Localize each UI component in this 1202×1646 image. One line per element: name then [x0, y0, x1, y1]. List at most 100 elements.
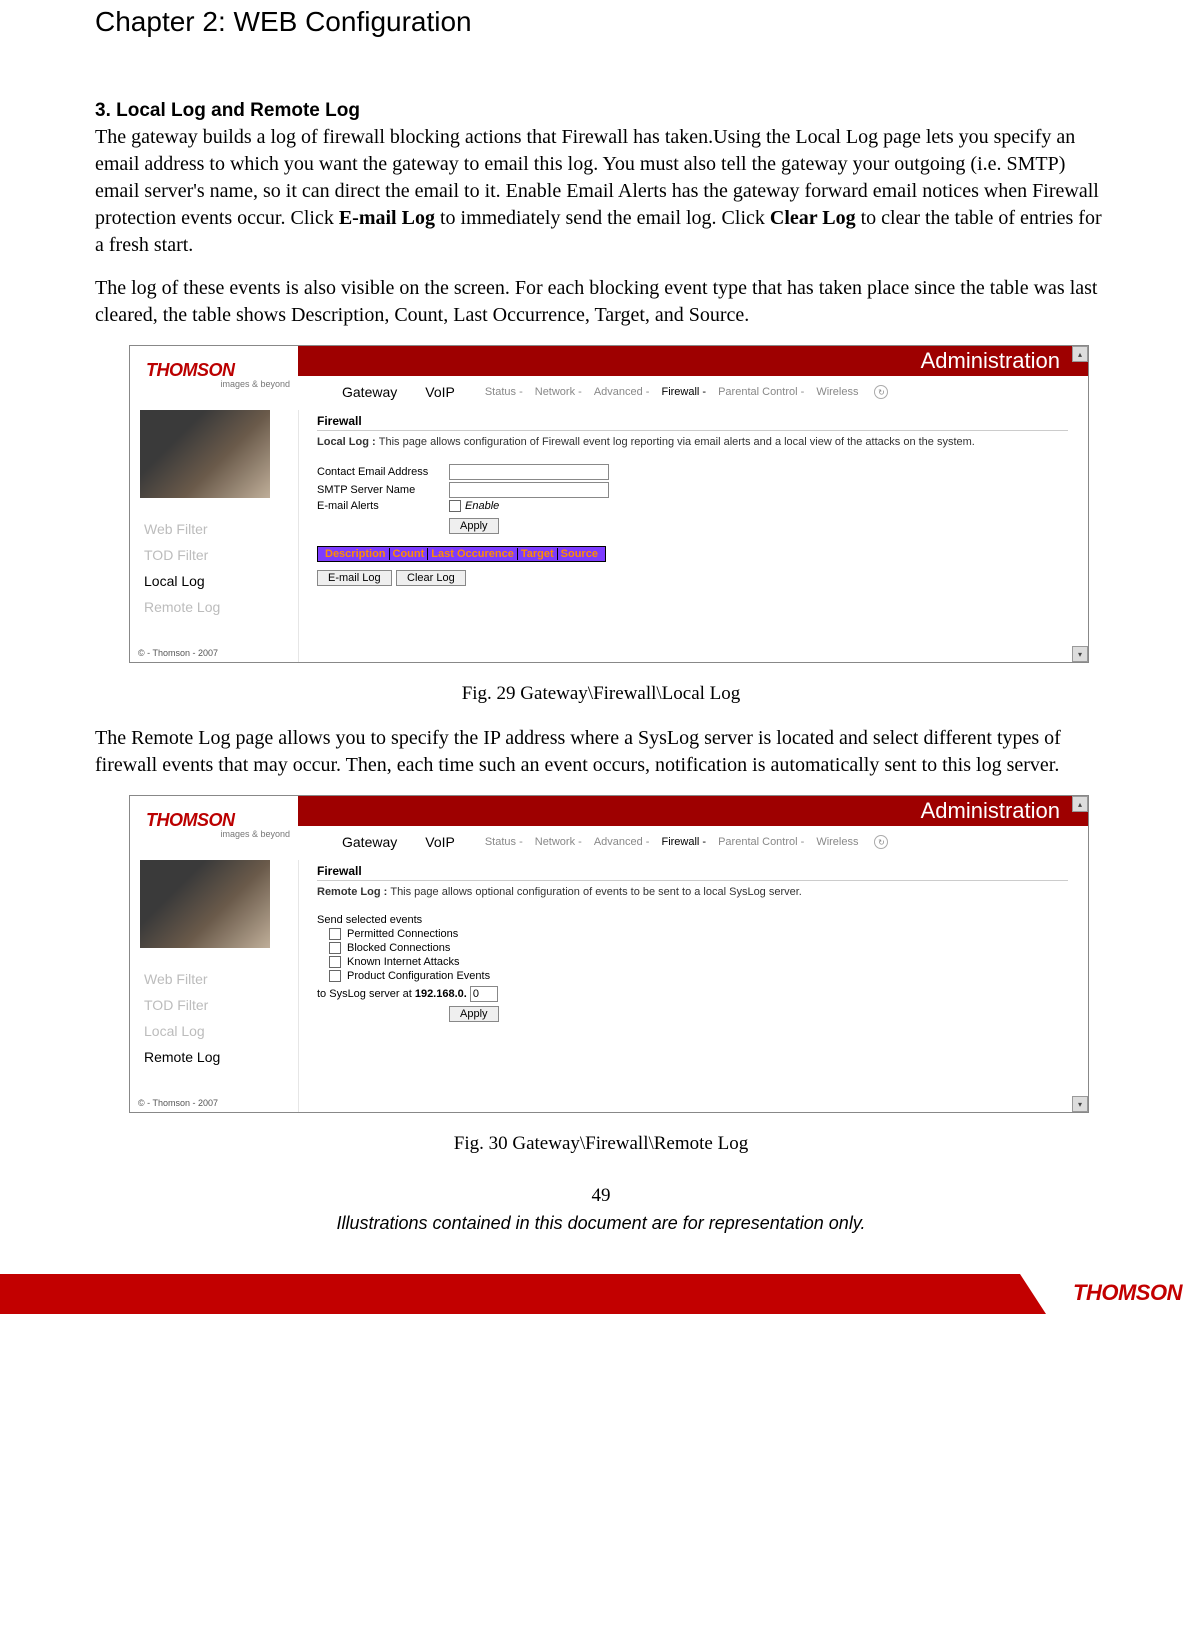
opt-label: Blocked Connections	[347, 942, 450, 954]
refresh-icon[interactable]: ↻	[874, 385, 888, 399]
alerts-label: E-mail Alerts	[317, 500, 449, 512]
checkbox-attacks[interactable]	[329, 956, 341, 968]
nav-gateway[interactable]: Gateway	[328, 834, 411, 850]
admin-banner: Administration	[298, 796, 1088, 826]
syslog-pre: to SysLog server at	[317, 988, 415, 1000]
scroll-down-icon[interactable]: ▾	[1072, 1096, 1088, 1112]
thomson-logo: THOMSON	[146, 360, 298, 381]
nav-advanced[interactable]: Advanced -	[588, 836, 656, 848]
col-target: Target	[518, 548, 558, 560]
email-label: Contact Email Address	[317, 466, 449, 478]
paragraph-3: The Remote Log page allows you to specif…	[95, 725, 1107, 779]
opt-attacks: Known Internet Attacks	[329, 956, 1068, 968]
col-description: Description	[322, 548, 390, 560]
nav-wireless[interactable]: Wireless	[810, 386, 864, 398]
desc-text: This page allows optional configuration …	[390, 886, 802, 898]
side-web-filter[interactable]: Web Filter	[144, 966, 298, 992]
col-count: Count	[390, 548, 429, 560]
chapter-title: Chapter 2: WEB Configuration	[95, 6, 1107, 38]
nav-voip[interactable]: VoIP	[411, 384, 469, 400]
refresh-icon[interactable]: ↻	[874, 835, 888, 849]
footer-brand: THOMSON	[1073, 1280, 1182, 1306]
apply-button[interactable]: Apply	[449, 1006, 499, 1022]
scroll-down-icon[interactable]: ▾	[1072, 646, 1088, 662]
screenshot-local-log: ▴ THOMSON images & beyond Administration…	[129, 345, 1089, 663]
nav-network[interactable]: Network -	[529, 386, 588, 398]
opt-label: Permitted Connections	[347, 928, 458, 940]
scroll-up-icon[interactable]: ▴	[1072, 346, 1088, 362]
side-remote-log[interactable]: Remote Log	[144, 1044, 298, 1070]
opt-product-config: Product Configuration Events	[329, 970, 1068, 982]
nav-voip[interactable]: VoIP	[411, 834, 469, 850]
log-table-header: Description Count Last Occurence Target …	[317, 546, 606, 562]
nav-bar: Gateway VoIP Status - Network - Advanced…	[298, 826, 1088, 858]
nav-status[interactable]: Status -	[479, 386, 529, 398]
copyright: © - Thomson - 2007	[130, 1070, 298, 1112]
email-log-button[interactable]: E-mail Log	[317, 570, 392, 586]
paragraph-2: The log of these events is also visible …	[95, 275, 1107, 329]
scroll-up-icon[interactable]: ▴	[1072, 796, 1088, 812]
page-description: Remote Log : This page allows optional c…	[317, 885, 1068, 900]
col-source: Source	[558, 548, 601, 560]
page-number: 49	[95, 1185, 1107, 1207]
logo-area: THOMSON images & beyond	[130, 346, 298, 410]
email-input[interactable]	[449, 464, 609, 480]
nav-firewall[interactable]: Firewall -	[655, 386, 712, 398]
clear-log-bold: Clear Log	[770, 207, 856, 229]
footer-red-bar	[0, 1274, 1020, 1314]
thomson-logo: THOMSON	[146, 810, 298, 831]
nav-status[interactable]: Status -	[479, 836, 529, 848]
screenshot-remote-log: ▴ THOMSON images & beyond Administration…	[129, 795, 1089, 1113]
desc-label: Remote Log :	[317, 886, 390, 898]
figure-30-caption: Fig. 30 Gateway\Firewall\Remote Log	[95, 1133, 1107, 1155]
admin-banner: Administration	[298, 346, 1088, 376]
syslog-line: to SysLog server at 192.168.0.	[317, 986, 1068, 1002]
desc-label: Local Log :	[317, 436, 379, 448]
nav-advanced[interactable]: Advanced -	[588, 386, 656, 398]
opt-permitted: Permitted Connections	[329, 928, 1068, 940]
side-local-log[interactable]: Local Log	[144, 1018, 298, 1044]
side-photo	[140, 860, 270, 948]
firewall-heading: Firewall	[317, 414, 1068, 431]
smtp-input[interactable]	[449, 482, 609, 498]
para-text: to immediately send the email log. Click	[435, 207, 770, 229]
footer: THOMSON	[0, 1260, 1202, 1314]
figure-29-caption: Fig. 29 Gateway\Firewall\Local Log	[95, 683, 1107, 705]
side-local-log[interactable]: Local Log	[144, 568, 298, 594]
disclaimer: Illustrations contained in this document…	[95, 1213, 1107, 1234]
desc-text: This page allows configuration of Firewa…	[379, 436, 975, 448]
clear-log-button[interactable]: Clear Log	[396, 570, 466, 586]
page-description: Local Log : This page allows configurati…	[317, 435, 1068, 450]
firewall-heading: Firewall	[317, 864, 1068, 881]
nav-parental[interactable]: Parental Control -	[712, 836, 810, 848]
paragraph-1: The gateway builds a log of firewall blo…	[95, 124, 1107, 259]
nav-wireless[interactable]: Wireless	[810, 836, 864, 848]
checkbox-permitted[interactable]	[329, 928, 341, 940]
opt-label: Known Internet Attacks	[347, 956, 460, 968]
section-title: 3. Local Log and Remote Log	[95, 100, 1107, 122]
smtp-label: SMTP Server Name	[317, 484, 449, 496]
side-web-filter[interactable]: Web Filter	[144, 516, 298, 542]
side-tod-filter[interactable]: TOD Filter	[144, 992, 298, 1018]
copyright: © - Thomson - 2007	[130, 620, 298, 662]
syslog-ip: 192.168.0.	[415, 988, 467, 1000]
nav-parental[interactable]: Parental Control -	[712, 386, 810, 398]
email-log-bold: E-mail Log	[339, 207, 435, 229]
nav-bar: Gateway VoIP Status - Network - Advanced…	[298, 376, 1088, 408]
syslog-octet-input[interactable]	[470, 986, 498, 1002]
nav-gateway[interactable]: Gateway	[328, 384, 411, 400]
opt-label: Product Configuration Events	[347, 970, 490, 982]
side-tod-filter[interactable]: TOD Filter	[144, 542, 298, 568]
enable-checkbox[interactable]	[449, 500, 461, 512]
send-events-label: Send selected events	[317, 914, 1068, 926]
apply-button[interactable]: Apply	[449, 518, 499, 534]
side-remote-log[interactable]: Remote Log	[144, 594, 298, 620]
checkbox-blocked[interactable]	[329, 942, 341, 954]
nav-network[interactable]: Network -	[529, 836, 588, 848]
logo-area: THOMSON images & beyond	[130, 796, 298, 860]
side-photo	[140, 410, 270, 498]
opt-blocked: Blocked Connections	[329, 942, 1068, 954]
enable-label: Enable	[465, 500, 499, 512]
nav-firewall[interactable]: Firewall -	[655, 836, 712, 848]
checkbox-product-config[interactable]	[329, 970, 341, 982]
